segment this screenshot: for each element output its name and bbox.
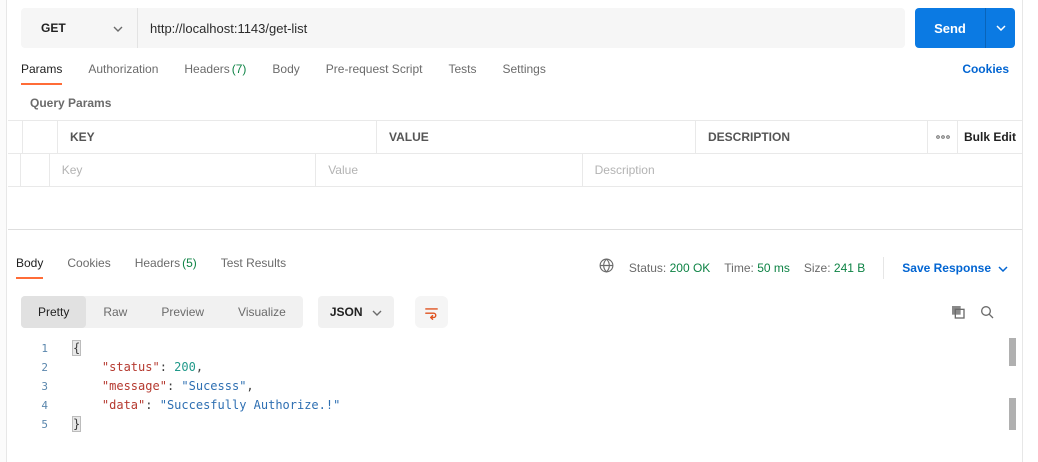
query-params-title: Query Params <box>30 96 112 110</box>
network-globe-icon[interactable] <box>598 257 615 279</box>
description-input[interactable]: Description <box>595 163 655 177</box>
postman-request-view: GET http://localhost:1143/get-list Send … <box>0 0 1038 462</box>
response-headers-count-badge: (5) <box>182 256 197 270</box>
pane-scrollbar[interactable] <box>1009 398 1016 430</box>
response-action-icons <box>950 304 1015 320</box>
url-input[interactable]: http://localhost:1143/get-list <box>138 21 905 36</box>
more-options-icon[interactable] <box>927 121 957 153</box>
time-badge: Time: 50 ms <box>724 261 790 275</box>
url-bar: GET http://localhost:1143/get-list Send <box>21 8 1015 48</box>
tab-body[interactable]: Body <box>272 62 299 85</box>
chevron-down-icon <box>372 305 382 319</box>
send-button-label[interactable]: Send <box>915 8 985 48</box>
chevron-down-icon <box>998 261 1008 275</box>
value-input[interactable]: Value <box>328 163 358 177</box>
editor-scrollbar[interactable] <box>1009 338 1016 366</box>
response-tab-test-results[interactable]: Test Results <box>221 256 286 279</box>
left-pane-edge <box>0 0 7 462</box>
wrap-lines-button[interactable] <box>414 296 448 328</box>
column-header-description: DESCRIPTION <box>708 130 791 144</box>
tab-settings[interactable]: Settings <box>503 62 546 85</box>
tab-headers[interactable]: Headers (7) <box>184 62 246 85</box>
method-select[interactable]: GET <box>21 8 137 48</box>
search-icon[interactable] <box>979 304 995 320</box>
method-label: GET <box>41 21 66 35</box>
line-numbers: 12345 <box>41 342 48 431</box>
response-header: Body Cookies Headers (5) Test Results Sta… <box>16 256 1016 289</box>
view-mode-visualize[interactable]: Visualize <box>221 296 303 328</box>
response-body-viewer[interactable]: 12345 { "status": 200, "message": "Suces… <box>8 333 1008 462</box>
size-badge: Size: 241 B <box>803 261 866 275</box>
code-lines: { "status": 200, "message": "Sucesss", "… <box>71 340 341 432</box>
request-tabs: Params Authorization Headers (7) Body Pre… <box>21 62 1015 88</box>
tab-tests[interactable]: Tests <box>448 62 476 85</box>
row-drag-gutter <box>8 121 22 153</box>
response-tab-cookies[interactable]: Cookies <box>67 256 110 279</box>
divider <box>883 257 885 279</box>
view-mode-switcher: Pretty Raw Preview Visualize <box>21 296 303 328</box>
row-checkbox-cell[interactable] <box>19 154 49 186</box>
response-tabs: Body Cookies Headers (5) Test Results <box>16 256 286 279</box>
response-meta: Status: 200 OK Time: 50 ms Size: 241 B S… <box>598 256 1016 279</box>
save-response-button[interactable]: Save Response <box>902 261 1016 275</box>
view-mode-preview[interactable]: Preview <box>144 296 221 328</box>
tab-params[interactable]: Params <box>21 62 63 85</box>
row-drag-gutter <box>8 154 20 186</box>
view-mode-pretty[interactable]: Pretty <box>21 296 87 328</box>
response-tab-body[interactable]: Body <box>16 256 44 279</box>
response-tab-headers[interactable]: Headers (5) <box>135 256 197 279</box>
view-mode-raw[interactable]: Raw <box>86 296 144 328</box>
send-button[interactable]: Send <box>915 8 1015 48</box>
send-options-button[interactable] <box>986 8 1015 48</box>
copy-icon[interactable] <box>950 304 966 320</box>
table-header-row: KEY VALUE DESCRIPTION Bulk Edit <box>8 121 1022 154</box>
key-input[interactable]: Key <box>62 163 83 177</box>
query-params-table: KEY VALUE DESCRIPTION Bulk Edit Key Valu… <box>8 120 1022 187</box>
status-badge: Status: 200 OK <box>628 261 711 275</box>
response-toolbar: Pretty Raw Preview Visualize JSON <box>21 296 1015 328</box>
wrap-lines-icon <box>424 307 438 320</box>
cookies-link[interactable]: Cookies <box>962 62 1015 76</box>
select-all-cell[interactable] <box>22 121 57 153</box>
bulk-edit-button[interactable]: Bulk Edit <box>964 130 1016 144</box>
tab-pre-request-script[interactable]: Pre-request Script <box>326 62 423 85</box>
format-select[interactable]: JSON <box>317 296 394 328</box>
column-header-value: VALUE <box>389 130 429 144</box>
column-header-key: KEY <box>70 130 95 144</box>
headers-count-badge: (7) <box>231 62 247 76</box>
request-box: GET http://localhost:1143/get-list <box>21 8 905 48</box>
chevron-down-icon <box>113 19 123 37</box>
table-input-row: Key Value Description <box>8 154 1022 187</box>
right-pane-edge <box>1022 0 1023 462</box>
request-response-divider[interactable] <box>8 229 1022 230</box>
tab-authorization[interactable]: Authorization <box>88 62 158 85</box>
